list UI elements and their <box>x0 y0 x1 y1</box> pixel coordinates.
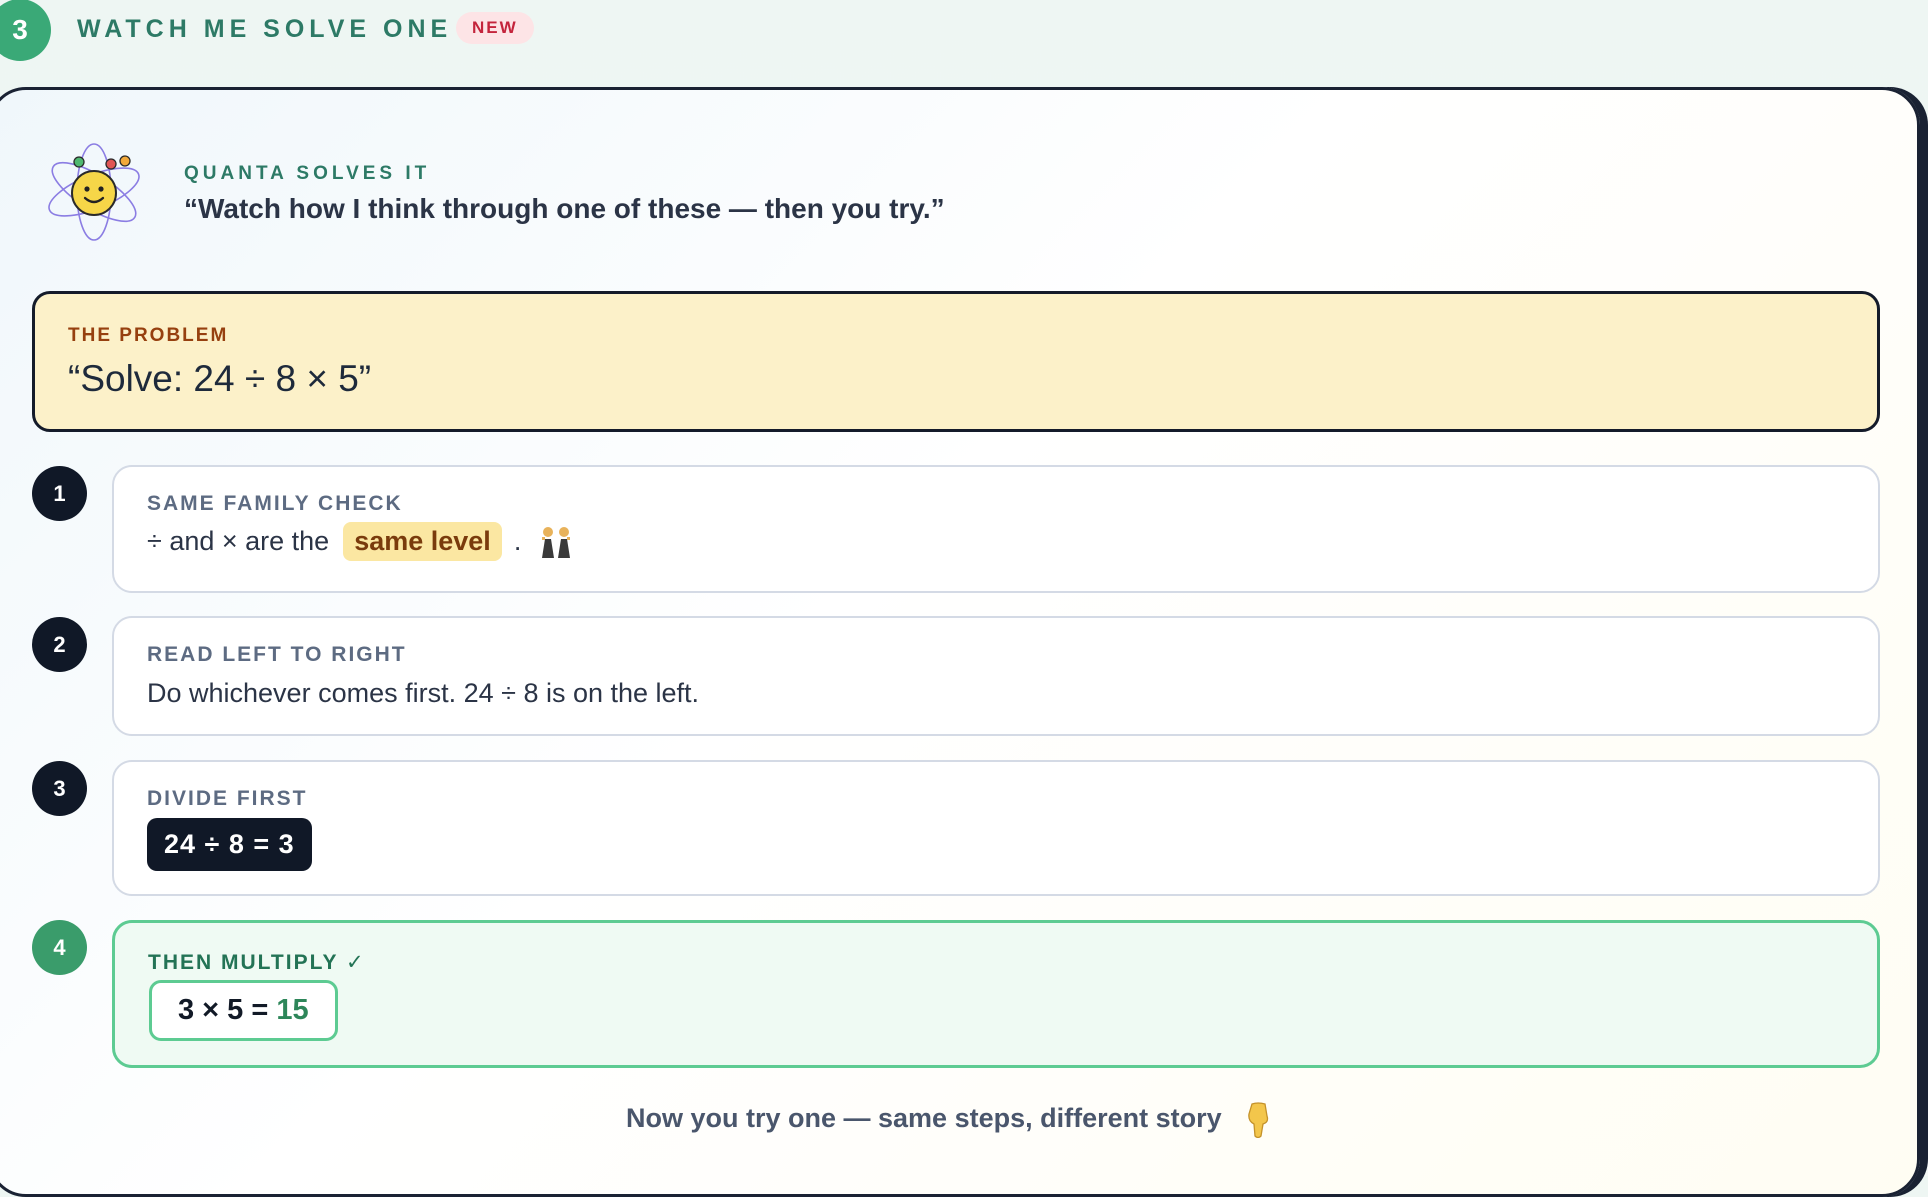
step-body-period: . <box>513 526 522 556</box>
step-title: SAME FAMILY CHECK <box>147 492 403 515</box>
equation-answer: 15 <box>276 994 309 1026</box>
step-card-3: DIVIDE FIRST 24 ÷ 8 = 3 <box>112 760 1880 896</box>
step-title: READ LEFT TO RIGHT <box>147 643 407 666</box>
section-number-badge: 3 <box>0 0 51 61</box>
step-number-1: 1 <box>32 466 87 521</box>
step-number-3: 3 <box>32 761 87 816</box>
pointing-down-icon <box>1248 1102 1269 1138</box>
step-body: Do whichever comes first. 24 ÷ 8 is on t… <box>147 678 700 708</box>
divide-equation: 24 ÷ 8 = 3 <box>147 818 312 871</box>
try-one-text: Now you try one — same steps, different … <box>626 1103 1222 1134</box>
step-card-1: SAME FAMILY CHECK ÷ and × are the same le… <box>112 465 1880 593</box>
multiply-equation: 3 × 5 = 15 <box>149 980 338 1041</box>
step-title: THEN MULTIPLY ✓ <box>148 951 366 974</box>
step-number-4: 4 <box>32 920 87 975</box>
step-body: ÷ and × are the same level. <box>147 522 573 561</box>
step-card-4: THEN MULTIPLY ✓ 3 × 5 = 15 <box>112 920 1880 1068</box>
try-one-cta: Now you try one — same steps, different … <box>626 1102 1273 1138</box>
step-number-2: 2 <box>32 617 87 672</box>
smiley-atom-icon <box>48 143 140 241</box>
section-header: 3 WATCH ME SOLVE ONE NEW <box>0 0 700 62</box>
two-people-icon <box>541 526 570 558</box>
intro-quote: “Watch how I think through one of these … <box>184 193 945 224</box>
step-title: DIVIDE FIRST <box>147 787 308 810</box>
step-body-text: ÷ and × are the <box>147 526 330 556</box>
intro-label: QUANTA SOLVES IT <box>184 163 431 184</box>
problem-text: “Solve: 24 ÷ 8 × 5” <box>68 358 372 399</box>
section-title: WATCH ME SOLVE ONE <box>77 15 453 43</box>
problem-label: THE PROBLEM <box>68 325 229 346</box>
new-badge: NEW <box>456 12 534 44</box>
equation-left: 3 × 5 = <box>178 994 269 1026</box>
problem-box: THE PROBLEM “Solve: 24 ÷ 8 × 5” <box>32 291 1880 432</box>
same-level-highlight: same level <box>343 522 502 561</box>
step-card-2: READ LEFT TO RIGHT Do whichever comes fi… <box>112 616 1880 736</box>
